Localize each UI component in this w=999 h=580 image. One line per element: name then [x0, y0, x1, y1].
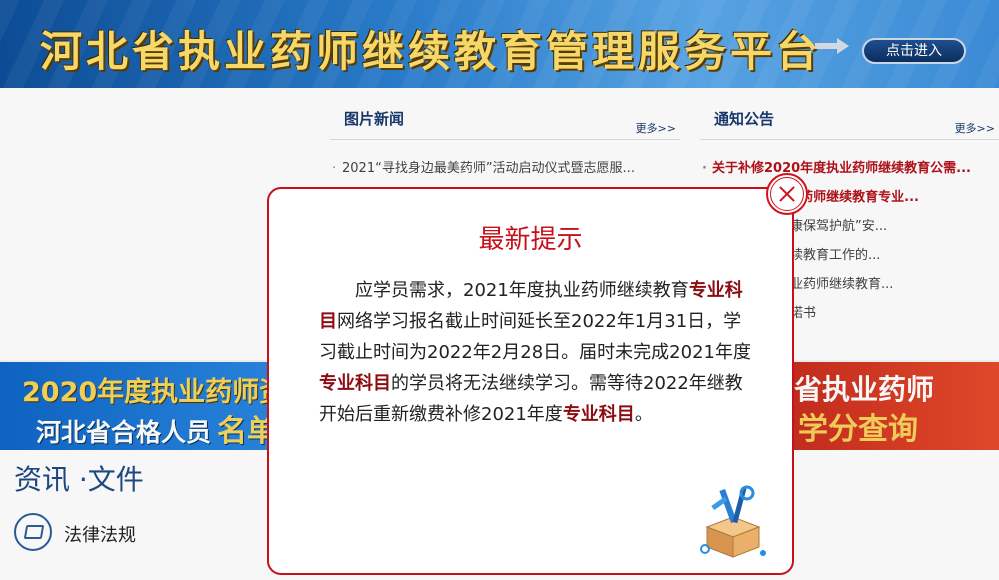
modal-text: 应学员需求，2021年度执业药师继续教育 [355, 280, 689, 301]
modal-paragraph: 应学员需求，2021年度执业药师继续教育专业科目 网络学习报名截止时间延长至202… [319, 275, 751, 430]
arrow-icon [815, 38, 849, 54]
modal-text: 。 [634, 404, 653, 425]
toolbox-icon [700, 485, 766, 558]
modal-title: 最新提示 [478, 225, 583, 255]
modal-close-button[interactable] [766, 173, 808, 215]
close-icon [770, 177, 804, 211]
enter-button[interactable]: 点击进入 [862, 38, 966, 64]
modal-body: 应学员需求，2021年度执业药师继续教育专业科目 网络学习报名截止时间延长至202… [319, 275, 751, 430]
notice-modal: 最新提示 应学员需求，2021年度执业药师继续教育专业科目 网络学习报名截止时间延… [267, 187, 794, 575]
modal-text: 网络学习报名截止时间延长至2022年1月31日，学习截止时间为2022年2月28… [319, 311, 751, 363]
modal-emphasis: 专业科目 [319, 373, 391, 394]
platform-title: 河北省执业药师继续教育管理服务平台 [40, 27, 823, 76]
modal-emphasis: 专业科目 [562, 404, 635, 425]
